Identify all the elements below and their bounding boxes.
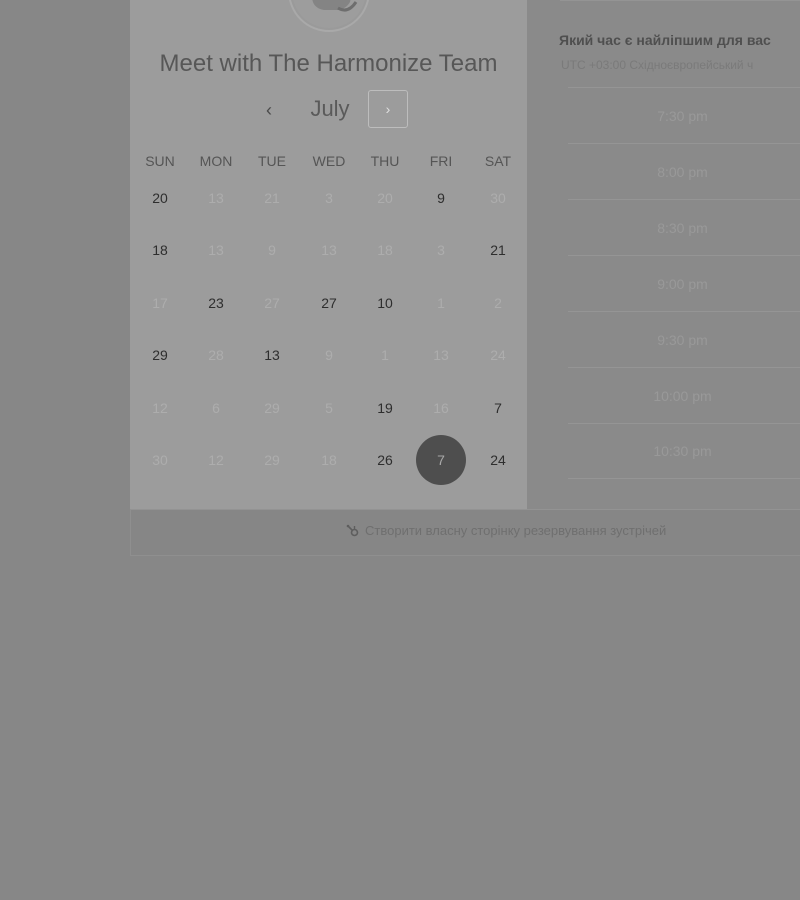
time-slot-label: 9:30 pm [657,331,708,348]
calendar-day: 13 [208,242,224,258]
month-navigation: ‹ July › [130,88,527,132]
calendar-day: 5 [325,400,333,416]
calendar-day[interactable]: 23 [196,291,236,315]
time-slot[interactable]: 7:30 pm [568,87,800,143]
hubspot-sprocket-icon [346,524,360,538]
calendar-day: 3 [437,242,445,258]
weekday-label: WED [312,153,346,169]
next-month-button[interactable]: › [368,90,408,128]
time-slot[interactable]: 9:00 pm [568,255,800,311]
weekday-label: TUE [258,153,286,169]
calendar-day[interactable]: 29 [140,343,180,367]
time-slot[interactable]: 8:00 pm [568,143,800,199]
footer-link-label: Створити власну сторінку резервування зу… [365,523,667,538]
calendar-day: 29 [264,452,280,468]
calendar-day: 1 [381,347,389,363]
calendar-day[interactable]: 9 [421,186,461,210]
calendar-day[interactable]: 21 [478,238,518,262]
calendar-day: 18 [321,452,337,468]
calendar-day: 13 [208,190,224,206]
calendar-day: 13 [433,347,449,363]
selected-day[interactable]: 7 [416,435,466,485]
calendar-day[interactable]: 13 [252,343,292,367]
calendar-day: 17 [152,295,168,311]
calendar-day[interactable]: 27 [309,291,349,315]
time-slot[interactable]: 10:30 pm [568,423,800,479]
chevron-left-icon[interactable]: ‹ [257,98,281,122]
weekday-label: FRI [429,153,453,169]
calendar-day: 18 [377,242,393,258]
calendar-day: 9 [325,347,333,363]
calendar-day: 12 [208,452,224,468]
page-title: Meet with The Harmonize Team [159,50,498,77]
calendar-day: 3 [325,190,333,206]
time-slot[interactable]: 9:30 pm [568,311,800,367]
weekday-label: SAT [484,153,512,169]
time-slot-label: 9:00 pm [657,275,708,292]
month-label: July [310,96,350,121]
calendar-day: 20 [377,190,393,206]
create-booking-page-link[interactable]: Створити власну сторінку резервування зу… [346,523,666,538]
calendar-day: 21 [264,190,280,206]
calendar-grid: 20 13 21 3 20 9 30 18 13 9 13 18 3 21 17 23 27 27 10 1 2 29 28… [130,172,527,502]
calendar-day: 2 [494,295,502,311]
weekday-label: SUN [145,153,175,169]
calendar-day[interactable]: 18 [140,238,180,262]
time-slot-label: 8:00 pm [657,163,708,180]
calendar-day[interactable]: 20 [140,186,180,210]
calendar-day[interactable]: 7 [478,396,518,420]
calendar-day[interactable]: 26 [365,448,405,472]
chevron-right-icon: › [385,101,391,117]
calendar-day[interactable]: 19 [365,396,405,420]
time-slot-label: 8:30 pm [657,219,708,236]
weekday-label: THU [370,153,400,169]
weekday-label: MON [199,153,233,169]
time-slot[interactable]: 8:30 pm [568,199,800,255]
time-slot-label: 10:30 pm [653,443,712,459]
calendar-day[interactable]: 24 [478,448,518,472]
calendar-day: 29 [264,400,280,416]
calendar-day: 30 [152,452,168,468]
calendar-day: 12 [152,400,168,416]
calendar-day: 6 [212,400,220,416]
calendar-day: 24 [490,347,506,363]
calendar-day[interactable]: 10 [365,291,405,315]
calendar-day: 27 [264,295,280,311]
time-slot-label: 10:00 pm [653,387,712,404]
divider [560,0,800,1]
calendar-day: 16 [433,400,449,416]
calendar-day: 1 [437,295,445,311]
time-question-heading: Який час є найліпшим для вас [559,32,771,48]
time-slot-list: 7:30 pm 8:00 pm 8:30 pm 9:00 pm 9:30 pm … [568,87,800,479]
calendar-day: 30 [490,190,506,206]
calendar-day: 9 [268,242,276,258]
time-slot[interactable]: 10:00 pm [568,367,800,423]
calendar-day: 28 [208,347,224,363]
timezone-label: UTC +03:00 Східноєвропейський ч [561,58,754,72]
time-slot-label: 7:30 pm [657,107,708,124]
weekday-header: SUN MON TUE WED THU FRI SAT [130,153,527,173]
calendar-day: 13 [321,242,337,258]
